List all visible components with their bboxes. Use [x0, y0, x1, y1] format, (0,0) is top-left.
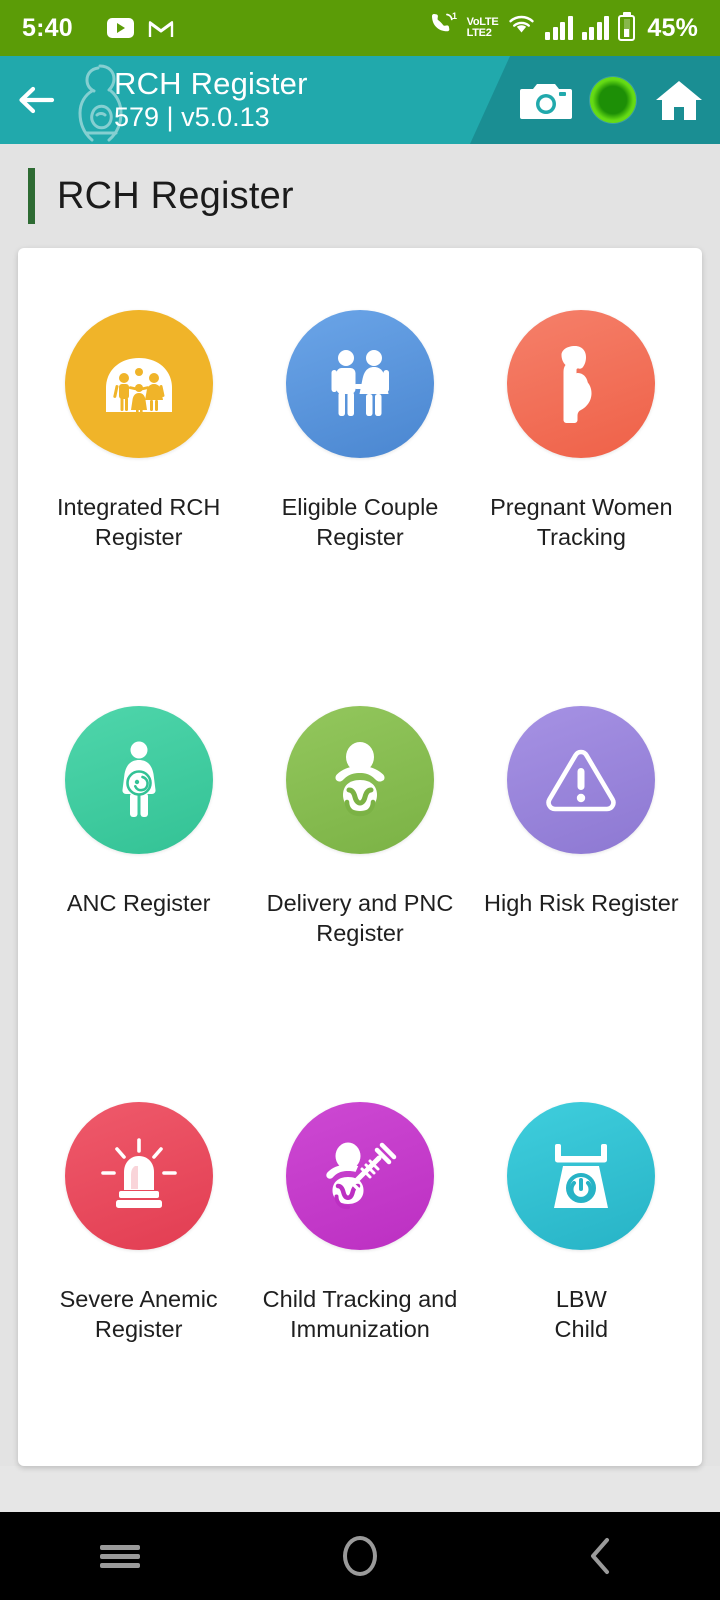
gmail-icon	[148, 18, 174, 39]
recents-icon[interactable]	[60, 1512, 180, 1600]
weighing-scale-icon	[507, 1102, 656, 1250]
signal-bars-icon-2	[581, 16, 610, 40]
status-bar-left: 5:40	[22, 14, 174, 43]
app-bar-title: RCH Register	[114, 66, 308, 102]
battery-icon	[618, 12, 636, 41]
tile-delivery-pnc-register[interactable]: Delivery and PNC Register	[249, 688, 470, 1084]
tile-pregnant-women-tracking[interactable]: Pregnant Women Tracking	[471, 292, 692, 688]
pregnant-woman-fetus-icon	[64, 706, 213, 854]
page-title: RCH Register	[57, 174, 294, 217]
tile-lbw-child[interactable]: LBW Child	[471, 1084, 692, 1480]
back-arrow-icon[interactable]	[16, 80, 56, 120]
tile-label: Severe Anemic Register	[59, 1286, 218, 1343]
registers-grid: Integrated RCH Register Eligible Couple …	[28, 292, 692, 1480]
app-bar-actions	[520, 77, 720, 123]
page-title-accent-bar	[28, 168, 35, 224]
status-bar-clock: 5:40	[22, 13, 73, 42]
volte-indicator: VoLTE LTE2	[467, 17, 499, 39]
tile-label: LBW Child	[554, 1286, 609, 1343]
call-forward-icon: 1	[428, 11, 458, 45]
warning-triangle-icon	[507, 706, 656, 854]
camera-icon[interactable]	[520, 79, 572, 121]
tile-integrated-rch-register[interactable]: Integrated RCH Register	[28, 292, 249, 688]
signal-bars-icon	[545, 16, 573, 40]
tile-label: High Risk Register	[484, 890, 679, 916]
tile-label: Eligible Couple Register	[281, 494, 439, 551]
tile-high-risk-register[interactable]: High Risk Register	[471, 688, 692, 1084]
android-nav-bar	[0, 1512, 720, 1600]
wifi-icon	[507, 13, 536, 43]
siren-alarm-icon	[64, 1102, 213, 1250]
app-bar-titles: RCH Register 579 | v5.0.13	[114, 66, 308, 133]
youtube-icon	[106, 18, 134, 38]
tile-eligible-couple-register[interactable]: Eligible Couple Register	[249, 292, 470, 688]
home-circle-icon[interactable]	[300, 1512, 420, 1600]
baby-icon	[285, 706, 434, 854]
status-bar-right: 1 VoLTE LTE2 45%	[428, 11, 698, 45]
tile-child-tracking-immunization[interactable]: Child Tracking and Immunization	[249, 1084, 470, 1480]
phone-screen: 5:40 1 VoLTE LTE2 45% RCH Register 579 |…	[0, 0, 720, 1600]
tile-label: Pregnant Women Tracking	[490, 494, 673, 551]
tile-severe-anemic-register[interactable]: Severe Anemic Register	[28, 1084, 249, 1480]
pregnant-woman-profile-icon	[507, 310, 656, 458]
registers-card: Integrated RCH Register Eligible Couple …	[18, 248, 702, 1466]
app-bar-subtitle: 579 | v5.0.13	[114, 102, 270, 133]
svg-text:1: 1	[452, 11, 457, 21]
app-bar: RCH Register 579 | v5.0.13	[0, 56, 720, 144]
tile-anc-register[interactable]: ANC Register	[28, 688, 249, 1084]
tile-label: Child Tracking and Immunization	[262, 1286, 458, 1343]
baby-syringe-icon	[285, 1102, 434, 1250]
couple-icon	[285, 310, 434, 458]
status-bar: 5:40 1 VoLTE LTE2 45%	[0, 0, 720, 56]
lte-label: LTE2	[466, 27, 492, 39]
tile-label: ANC Register	[66, 890, 211, 916]
green-status-indicator[interactable]	[590, 77, 636, 123]
tile-label: Delivery and PNC Register	[266, 890, 454, 947]
back-chevron-icon[interactable]	[540, 1512, 660, 1600]
page-header: RCH Register	[0, 144, 720, 248]
tile-label: Integrated RCH Register	[57, 494, 221, 551]
home-icon[interactable]	[654, 78, 704, 122]
card-container: Integrated RCH Register Eligible Couple …	[0, 248, 720, 1466]
family-house-icon	[64, 310, 213, 458]
battery-percent-label: 45%	[647, 13, 698, 42]
